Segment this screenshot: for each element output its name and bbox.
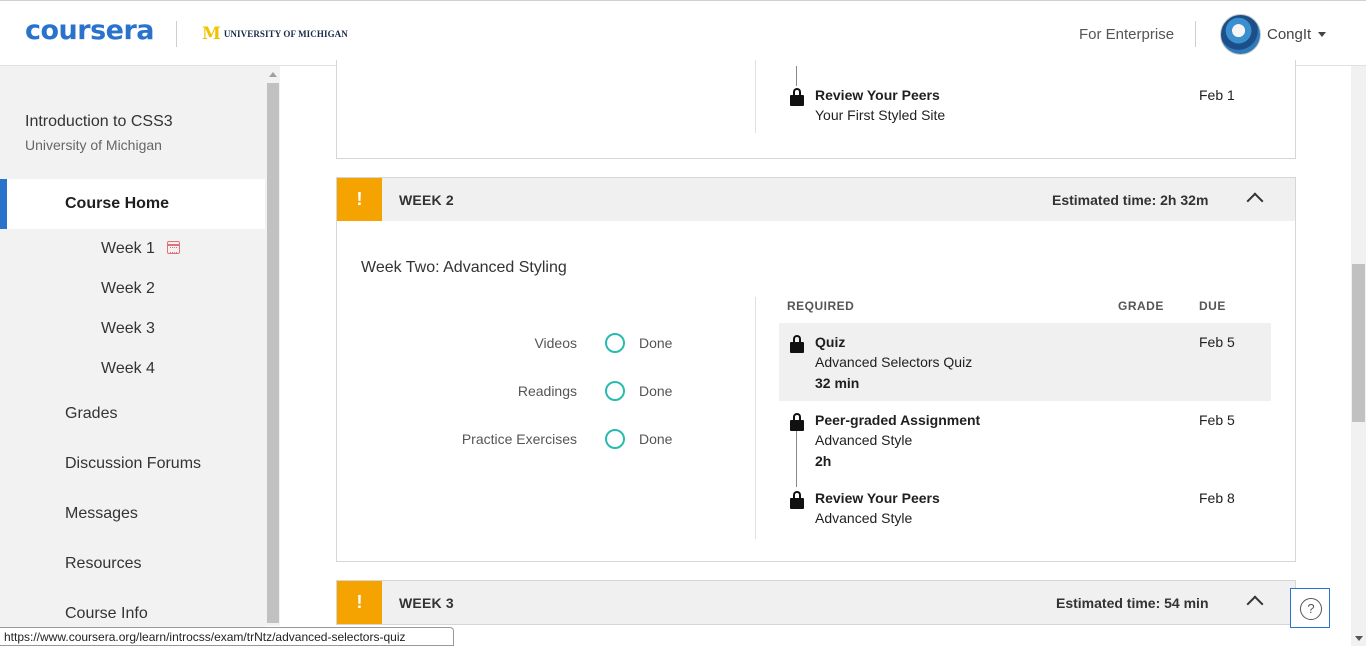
column-divider (755, 60, 756, 133)
lock-icon (790, 413, 804, 431)
logo-divider (176, 21, 177, 47)
progress-status: Done (639, 335, 673, 351)
week-2-card: Week Two: Advanced Styling Videos Done R… (336, 221, 1296, 562)
partner-logo[interactable]: M UNIVERSITY OF MICHIGAN (202, 24, 348, 44)
sidebar-item-week-4[interactable]: Week 4 (101, 360, 155, 378)
timeline-connector (796, 66, 797, 86)
sidebar-item-grades[interactable]: Grades (65, 405, 117, 423)
estimated-time: Estimated time: 54 min (1056, 595, 1209, 611)
column-divider (755, 297, 756, 539)
progress-readings: Readings Done (437, 381, 677, 403)
header-divider (1195, 21, 1196, 47)
page-scroll-thumb[interactable] (1352, 264, 1365, 422)
item-subtitle[interactable]: Advanced Style (815, 510, 912, 526)
item-due-date: Feb 5 (1199, 412, 1235, 428)
item-title[interactable]: Review Your Peers (815, 87, 940, 103)
item-title[interactable]: Review Your Peers (815, 490, 940, 506)
progress-circle-icon (605, 381, 625, 401)
progress-label: Practice Exercises (461, 431, 577, 447)
scroll-down-icon[interactable] (1355, 636, 1363, 641)
progress-circle-icon (605, 333, 625, 353)
sidebar-item-label: Course Home (65, 195, 170, 212)
page-scrollbar[interactable] (1351, 66, 1366, 646)
progress-label: Videos (534, 335, 577, 351)
progress-videos: Videos Done (437, 333, 677, 355)
timeline-connector (796, 429, 797, 487)
item-duration: 2h (815, 453, 832, 469)
chevron-up-icon[interactable] (1246, 192, 1264, 210)
progress-status: Done (639, 431, 673, 447)
week-2-header[interactable]: ! WEEK 2 Estimated time: 2h 32m (336, 177, 1296, 222)
help-button[interactable]: ? (1290, 588, 1330, 628)
partner-logo-mark: M (202, 24, 221, 44)
item-duration: 32 min (815, 375, 860, 391)
sidebar-item-discussion-forums[interactable]: Discussion Forums (65, 455, 201, 473)
sidebar-scroll-thumb[interactable] (267, 83, 279, 623)
lock-icon (790, 335, 804, 353)
sidebar-item-course-home[interactable]: Course Home (0, 179, 265, 229)
alert-icon: ! (337, 178, 382, 221)
course-org: University of Michigan (25, 137, 162, 153)
progress-status: Done (639, 383, 673, 399)
lock-icon (790, 88, 804, 106)
chevron-down-icon[interactable] (1318, 32, 1326, 37)
item-title[interactable]: Peer-graded Assignment (815, 412, 980, 428)
item-subtitle: Your First Styled Site (815, 107, 946, 123)
module-title: Week Two: Advanced Styling (361, 259, 567, 276)
partner-logo-text: UNIVERSITY OF MICHIGAN (223, 29, 348, 39)
sidebar-item-week-3[interactable]: Week 3 (101, 320, 155, 338)
week-label: WEEK 3 (399, 595, 454, 611)
coursera-logo[interactable]: coursera (25, 15, 155, 46)
scroll-up-icon[interactable] (269, 72, 277, 77)
sidebar-item-resources[interactable]: Resources (65, 555, 141, 573)
username[interactable]: CongIt (1267, 26, 1311, 43)
progress-circle-icon (605, 429, 625, 449)
progress-practice-exercises: Practice Exercises Done (437, 429, 677, 451)
alert-icon: ! (337, 581, 382, 624)
item-title[interactable]: Quiz (815, 334, 845, 350)
column-header-due: DUE (1199, 299, 1226, 313)
status-bar-url: https://www.coursera.org/learn/introcss/… (0, 627, 454, 646)
lock-icon (790, 491, 804, 509)
sidebar-item-week-2[interactable]: Week 2 (101, 280, 155, 298)
sidebar-item-messages[interactable]: Messages (65, 505, 138, 523)
progress-label: Readings (517, 383, 577, 399)
week-label: WEEK 2 (399, 192, 454, 208)
avatar[interactable] (1220, 14, 1261, 55)
for-enterprise-link[interactable]: For Enterprise (1079, 26, 1174, 43)
item-subtitle[interactable]: Advanced Selectors Quiz (815, 354, 972, 370)
column-header-required: REQUIRED (787, 299, 855, 313)
sidebar-item-course-info[interactable]: Course Info (65, 605, 148, 623)
item-due-date: Feb 1 (1199, 87, 1235, 103)
item-due-date: Feb 5 (1199, 334, 1235, 350)
item-due-date: Feb 8 (1199, 490, 1235, 506)
column-header-grade: GRADE (1118, 299, 1164, 313)
item-subtitle[interactable]: Advanced Style (815, 432, 912, 448)
week-1-card: Review Your Peers Your First Styled Site… (336, 60, 1296, 159)
calendar-icon (167, 241, 180, 254)
sidebar-item-week-1[interactable]: Week 1 (101, 240, 155, 258)
chevron-up-icon[interactable] (1246, 595, 1264, 613)
estimated-time: Estimated time: 2h 32m (1052, 192, 1209, 208)
top-header: coursera M UNIVERSITY OF MICHIGAN For En… (0, 0, 1366, 66)
week-3-header[interactable]: ! WEEK 3 Estimated time: 54 min (336, 580, 1296, 625)
help-icon: ? (1300, 598, 1322, 620)
sidebar-scrollbar[interactable] (265, 66, 280, 626)
course-title[interactable]: Introduction to CSS3 (25, 113, 173, 131)
